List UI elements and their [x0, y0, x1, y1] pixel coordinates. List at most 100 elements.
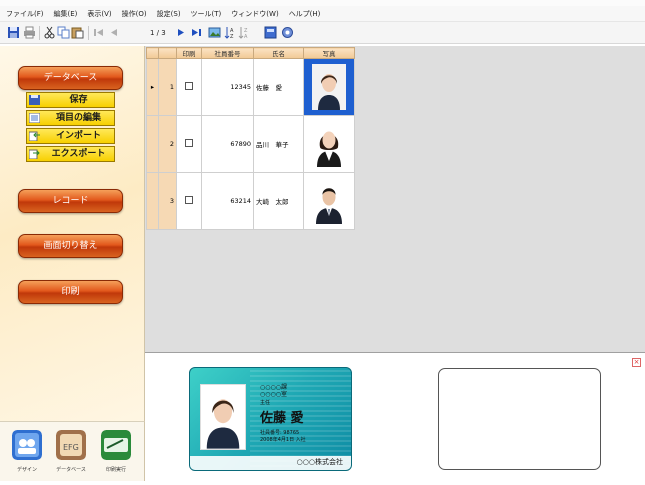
menu-operation[interactable]: 操作(O) — [122, 9, 147, 19]
design-label: デザイン — [16, 467, 37, 473]
import-label: インポート — [55, 131, 101, 141]
card-section: ○○○○室 — [260, 391, 287, 398]
employee-photo — [312, 121, 346, 167]
prev-record-icon[interactable] — [107, 26, 120, 39]
record-grid-area: 印刷 社員番号 氏名 写真 ▸ 1 12345 佐藤 愛 2 67890 品川 … — [145, 46, 645, 353]
employee-name-cell[interactable]: 佐藤 愛 — [253, 58, 304, 116]
list-icon — [29, 113, 40, 123]
corner-cell — [146, 47, 159, 59]
row-number: 1 — [158, 58, 177, 116]
card-preview-area: × ○○○○課 ○○○○室 主任 佐藤 愛 社員番号: 98765 2008年4… — [145, 353, 645, 485]
refresh-icon[interactable] — [281, 26, 294, 39]
card-photo — [200, 384, 246, 450]
image-icon[interactable] — [208, 26, 221, 39]
mode-switcher: EFG デザイン データベース 印刷実行 — [0, 421, 145, 481]
employee-no-cell[interactable]: 67890 — [201, 115, 254, 173]
export-label: エクスポート — [51, 149, 106, 159]
import-button[interactable]: インポート — [26, 128, 115, 144]
print-run-icon[interactable] — [101, 430, 131, 460]
print-icon[interactable] — [23, 26, 36, 39]
employee-no-cell[interactable]: 12345 — [201, 58, 254, 116]
switch-screen-button[interactable]: 画面切り替え — [18, 234, 123, 258]
export-button[interactable]: エクスポート — [26, 146, 115, 162]
photo-cell[interactable] — [303, 58, 355, 116]
layout-icon[interactable] — [264, 26, 277, 39]
toolbar: 1 / 3 AZ ZA — [0, 22, 645, 44]
employee-photo — [312, 178, 346, 224]
close-preview-icon[interactable]: × — [632, 358, 641, 367]
record-table: 印刷 社員番号 氏名 写真 ▸ 1 12345 佐藤 愛 2 67890 品川 … — [146, 47, 355, 230]
employee-no-cell[interactable]: 63214 — [201, 172, 254, 230]
paste-icon[interactable] — [71, 26, 84, 39]
edit-fields-button[interactable]: 項目の編集 — [26, 110, 115, 126]
table-header-row: 印刷 社員番号 氏名 写真 — [146, 47, 355, 59]
table-row[interactable]: ▸ 1 12345 佐藤 愛 — [146, 58, 355, 116]
print-checkbox[interactable] — [185, 82, 193, 90]
design-icon[interactable] — [12, 430, 42, 460]
toolbar-separator — [88, 26, 89, 40]
menu-settings[interactable]: 設定(S) — [157, 9, 181, 19]
sort-descending-icon[interactable]: ZA — [238, 26, 251, 39]
next-record-icon[interactable] — [175, 26, 188, 39]
print-checkbox-cell — [176, 172, 202, 230]
print-run-label: 印刷実行 — [105, 467, 126, 473]
left-panel: データベース 保存 項目の編集 インポート エクスポート レコード 画面切り替え… — [0, 46, 145, 421]
print-checkbox[interactable] — [185, 196, 193, 204]
edit-fields-label: 項目の編集 — [55, 113, 101, 123]
menu-help[interactable]: ヘルプ(H) — [289, 9, 321, 19]
row-number: 2 — [158, 115, 177, 173]
column-header-photo[interactable]: 写真 — [303, 47, 355, 59]
menu-window[interactable]: ウィンドウ(W) — [231, 9, 278, 19]
employee-name-cell[interactable]: 大崎 太郎 — [253, 172, 304, 230]
copy-icon[interactable] — [57, 26, 70, 39]
menu-items: ファイル(F) 編集(E) 表示(V) 操作(O) 設定(S) ツール(T) ウ… — [6, 9, 320, 19]
table-row[interactable]: 2 67890 品川 華子 — [146, 115, 355, 173]
id-card-front: ○○○○課 ○○○○室 主任 佐藤 愛 社員番号: 98765 2008年4月1… — [189, 367, 352, 471]
record-button[interactable]: レコード — [18, 189, 123, 213]
toolbar-separator — [39, 26, 40, 40]
column-header-print[interactable]: 印刷 — [176, 47, 202, 59]
svg-text:A: A — [244, 34, 248, 39]
menu-edit[interactable]: 編集(E) — [54, 9, 78, 19]
card-employee-no: 社員番号: 98765 — [260, 430, 300, 436]
photo-cell[interactable] — [303, 172, 355, 230]
svg-text:EFG: EFG — [63, 443, 79, 452]
save-icon[interactable] — [7, 26, 20, 39]
print-checkbox-cell — [176, 58, 202, 116]
database-button[interactable]: データベース — [18, 66, 123, 90]
save-icon — [29, 95, 40, 105]
current-row-marker[interactable] — [146, 172, 159, 230]
photo-cell[interactable] — [303, 115, 355, 173]
record-pager: 1 / 3 — [150, 29, 166, 37]
export-icon — [29, 149, 40, 159]
cut-icon[interactable] — [43, 26, 56, 39]
import-icon — [29, 131, 40, 141]
card-join-date: 2008年4月1日 入社 — [260, 437, 306, 443]
employee-name-cell[interactable]: 品川 華子 — [253, 115, 304, 173]
database-icon[interactable]: EFG — [56, 430, 86, 460]
sort-ascending-icon[interactable]: AZ — [224, 26, 237, 39]
card-company: ○○○株式会社 — [296, 458, 343, 466]
column-header-name[interactable]: 氏名 — [253, 47, 304, 59]
save-label: 保存 — [69, 95, 88, 105]
id-card-back — [438, 368, 601, 470]
print-checkbox-cell — [176, 115, 202, 173]
title-strip — [0, 0, 645, 6]
save-button[interactable]: 保存 — [26, 92, 115, 108]
menu-view[interactable]: 表示(V) — [87, 9, 111, 19]
column-header-employee-no[interactable]: 社員番号 — [201, 47, 254, 59]
card-name: 佐藤 愛 — [260, 411, 304, 426]
print-checkbox[interactable] — [185, 139, 193, 147]
current-row-marker[interactable] — [146, 115, 159, 173]
first-record-icon[interactable] — [92, 26, 105, 39]
menu-bar: ファイル(F) 編集(E) 表示(V) 操作(O) 設定(S) ツール(T) ウ… — [0, 0, 645, 22]
database-label: データベース — [56, 467, 86, 473]
current-row-marker[interactable]: ▸ — [146, 58, 159, 116]
menu-tools[interactable]: ツール(T) — [191, 9, 222, 19]
last-record-icon[interactable] — [190, 26, 203, 39]
employee-photo — [312, 64, 346, 110]
print-button[interactable]: 印刷 — [18, 280, 123, 304]
svg-text:Z: Z — [230, 34, 234, 39]
menu-file[interactable]: ファイル(F) — [6, 9, 44, 19]
table-row[interactable]: 3 63214 大崎 太郎 — [146, 172, 355, 230]
